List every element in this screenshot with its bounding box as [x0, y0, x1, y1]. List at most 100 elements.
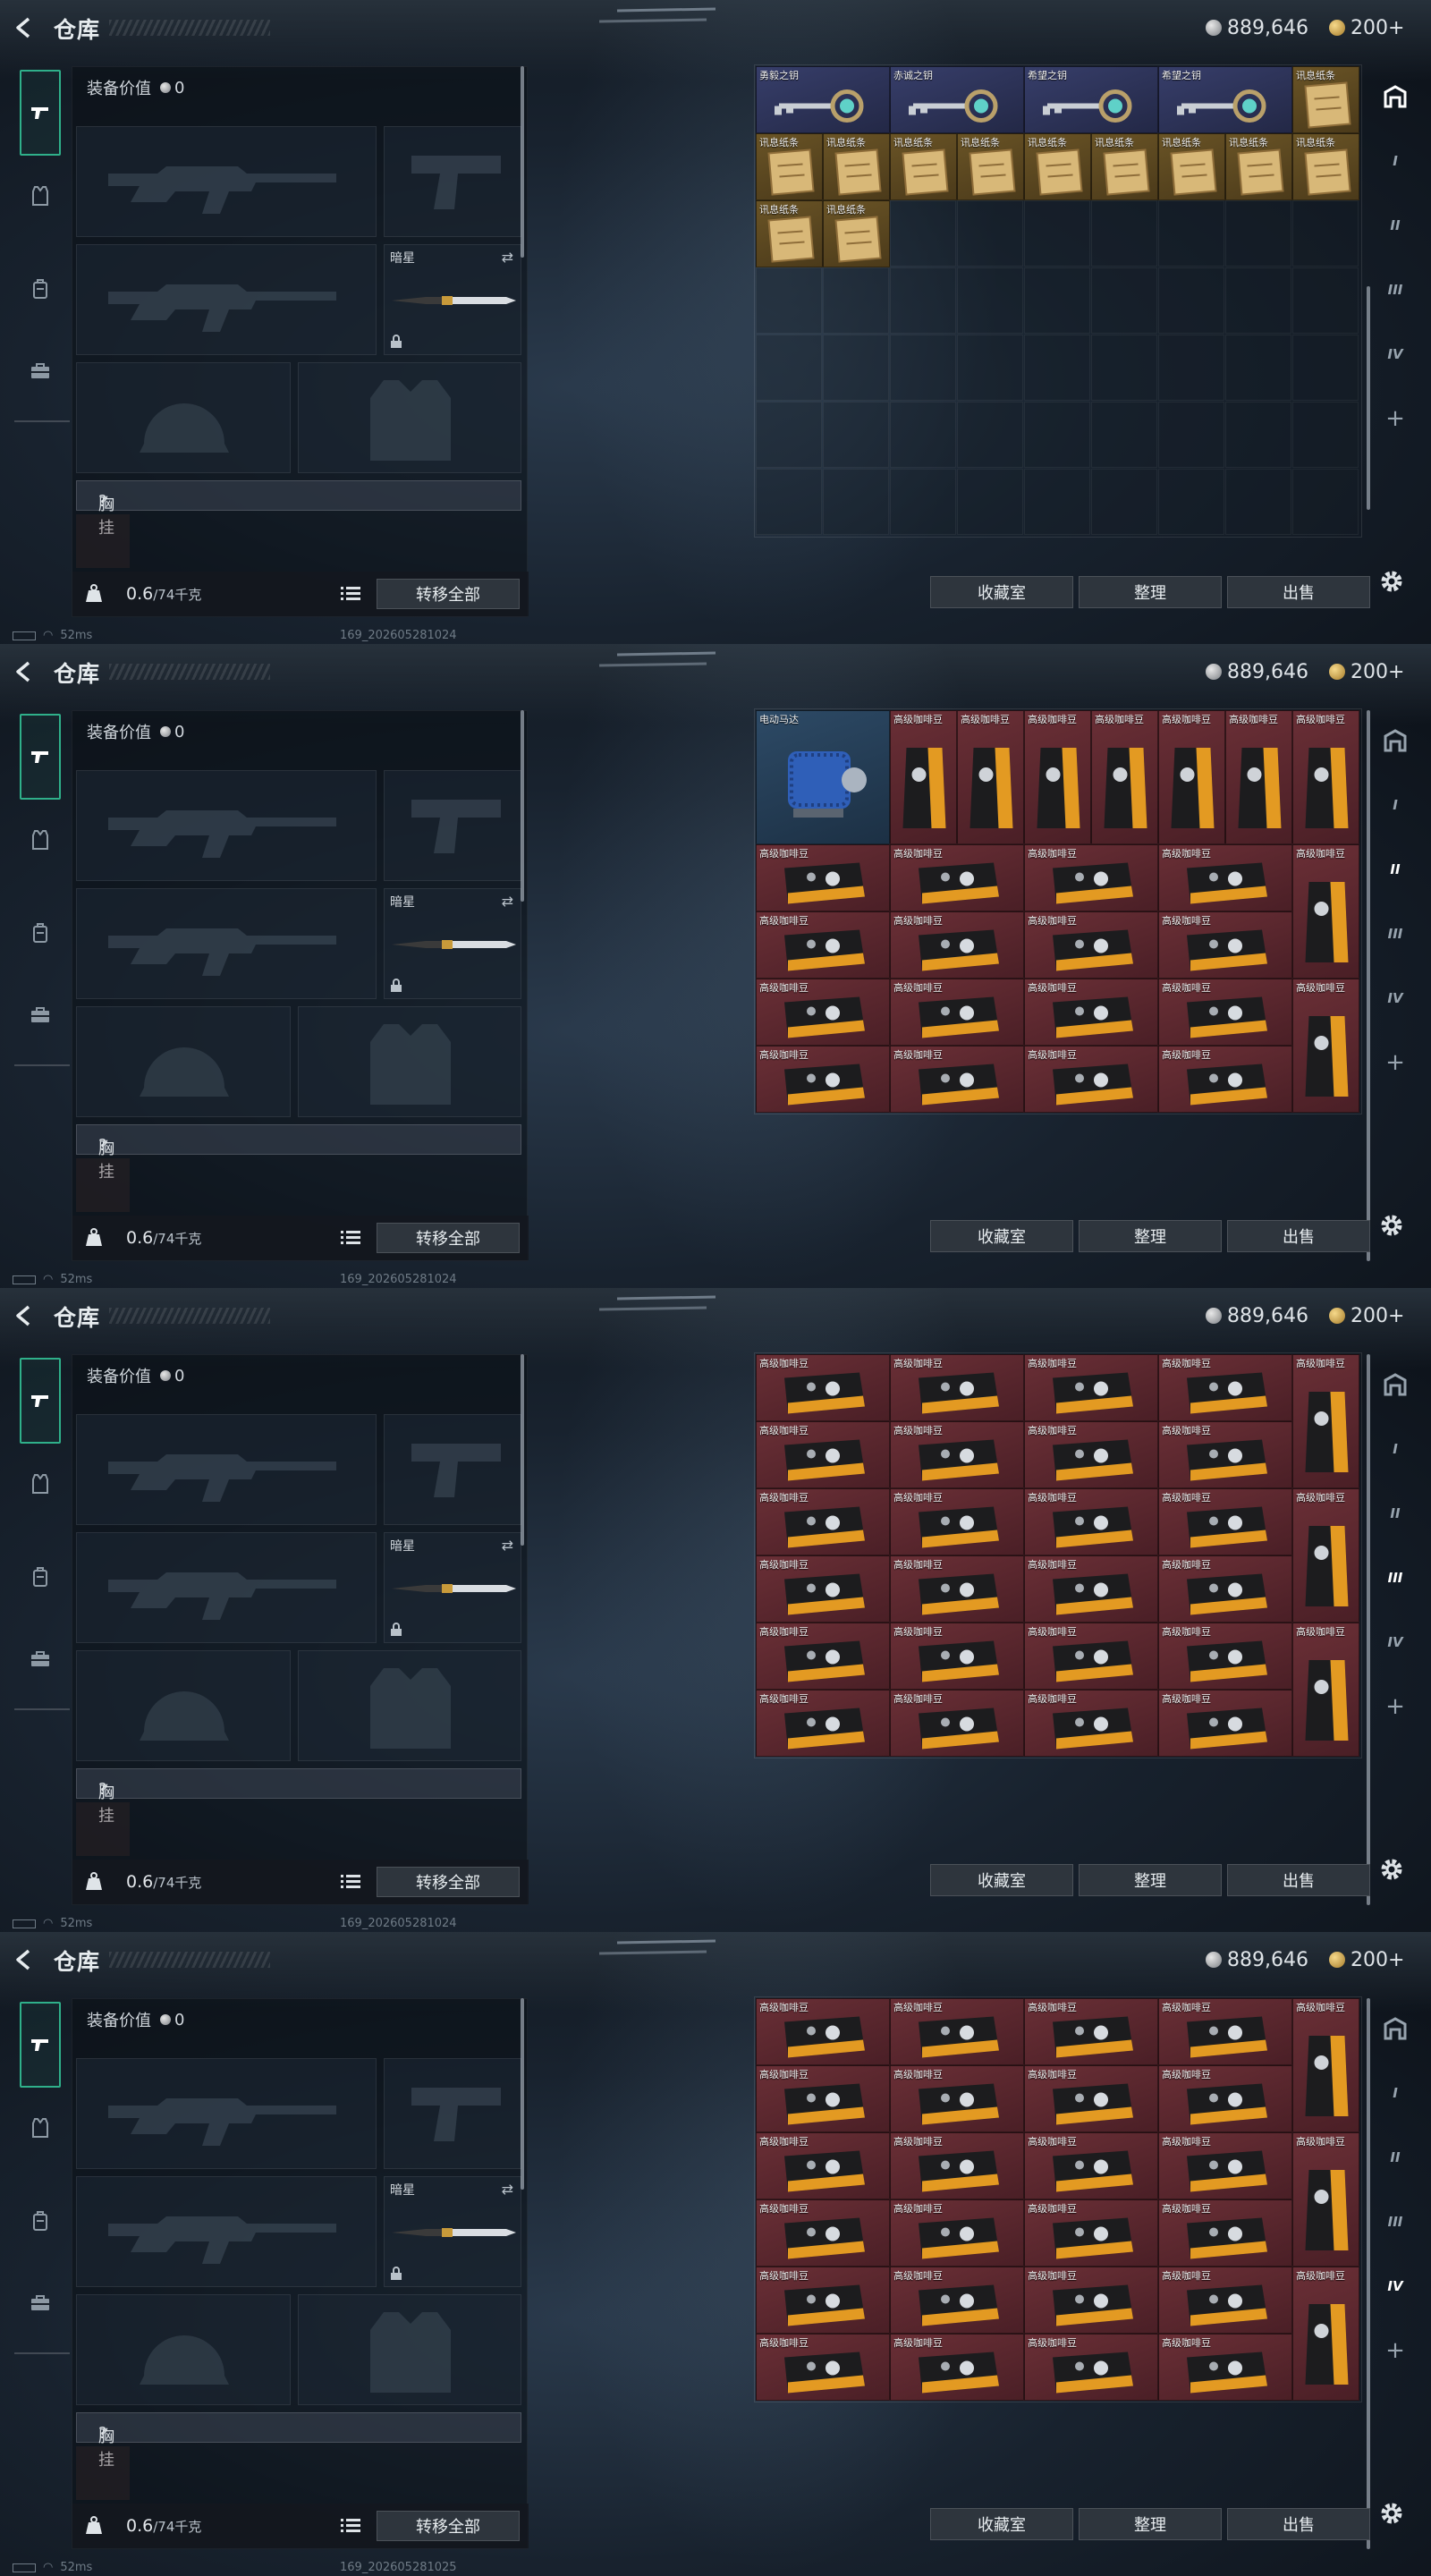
- inventory-item[interactable]: 高级咖啡豆: [1158, 1421, 1292, 1488]
- inventory-item[interactable]: 高级咖啡豆: [756, 1998, 890, 2065]
- list-icon[interactable]: [341, 586, 360, 602]
- inventory-item[interactable]: 高级咖啡豆: [890, 911, 1024, 979]
- grid-cell[interactable]: [1158, 469, 1224, 535]
- tab-armor[interactable]: [20, 175, 61, 216]
- swap-icon[interactable]: ⇄: [502, 1537, 513, 1554]
- tab-stash-home[interactable]: [1370, 72, 1420, 122]
- equipment-scrollbar[interactable]: [521, 1354, 524, 1546]
- grid-cell[interactable]: [1225, 469, 1291, 535]
- grid-cell[interactable]: [1292, 469, 1359, 535]
- pistol-slot[interactable]: [384, 126, 521, 237]
- inventory-item[interactable]: 高级咖啡豆: [1158, 1690, 1292, 1757]
- inventory-item[interactable]: 希望之钥: [1158, 66, 1292, 133]
- inventory-item[interactable]: 高级咖啡豆: [756, 1623, 890, 1690]
- grid-cell[interactable]: [823, 402, 889, 468]
- inventory-item[interactable]: 高级咖啡豆: [890, 1046, 1024, 1113]
- grid-cell[interactable]: [823, 469, 889, 535]
- tab-weapons[interactable]: [20, 2002, 61, 2088]
- melee-slot[interactable]: 暗星 ⇄: [384, 2176, 521, 2287]
- inventory-item[interactable]: 高级咖啡豆: [756, 1488, 890, 1555]
- inventory-item[interactable]: 高级咖啡豆: [1292, 844, 1359, 979]
- inventory-item[interactable]: 高级咖啡豆: [1024, 1690, 1158, 1757]
- primary-weapon-slot[interactable]: [76, 2058, 377, 2169]
- tab-stash-home[interactable]: [1370, 1360, 1420, 1410]
- inventory-item[interactable]: 高级咖啡豆: [756, 2334, 890, 2401]
- inventory-item[interactable]: 高级咖啡豆: [890, 2065, 1024, 2132]
- sort-button[interactable]: 整理: [1079, 1220, 1222, 1252]
- grid-cell[interactable]: [823, 335, 889, 401]
- grid-cell[interactable]: [1292, 267, 1359, 334]
- inventory-item[interactable]: 高级咖啡豆: [1091, 710, 1158, 844]
- inventory-item[interactable]: 高级咖啡豆: [890, 2199, 1024, 2267]
- list-icon[interactable]: [341, 2518, 360, 2534]
- swap-icon[interactable]: ⇄: [502, 893, 513, 910]
- inventory-item[interactable]: 高级咖啡豆: [1024, 1998, 1158, 2065]
- add-page-button[interactable]: +: [1370, 1038, 1420, 1088]
- tab-stash-page[interactable]: III: [1370, 1553, 1420, 1603]
- add-page-button[interactable]: +: [1370, 394, 1420, 444]
- list-icon[interactable]: [341, 1230, 360, 1246]
- inventory-item[interactable]: 高级咖啡豆: [756, 979, 890, 1046]
- equipment-scrollbar[interactable]: [521, 66, 524, 258]
- grid-cell[interactable]: [1292, 200, 1359, 267]
- equipment-scrollbar[interactable]: [521, 710, 524, 902]
- inventory-item[interactable]: 高级咖啡豆: [890, 1421, 1024, 1488]
- grid-cell[interactable]: [1225, 335, 1291, 401]
- secondary-weapon-slot[interactable]: [76, 888, 377, 999]
- helmet-slot[interactable]: [76, 1650, 291, 1761]
- inventory-item[interactable]: 高级咖啡豆: [1292, 2132, 1359, 2267]
- tab-backpack[interactable]: [20, 912, 61, 953]
- inventory-item[interactable]: 电动马达: [756, 710, 890, 844]
- tab-weapons[interactable]: [20, 70, 61, 156]
- inventory-item[interactable]: 高级咖啡豆: [1024, 1046, 1158, 1113]
- collection-room-button[interactable]: 收藏室: [930, 2508, 1073, 2540]
- chest-rig-row[interactable]: 胸挂 ?: [76, 1768, 521, 1826]
- back-arrow-icon[interactable]: [13, 1304, 36, 1327]
- inventory-item[interactable]: 高级咖啡豆: [1225, 710, 1292, 844]
- inventory-item[interactable]: 高级咖啡豆: [1158, 979, 1292, 1046]
- list-icon[interactable]: [341, 1874, 360, 1890]
- grid-cell[interactable]: [1292, 335, 1359, 401]
- inventory-item[interactable]: 高级咖啡豆: [1024, 710, 1091, 844]
- grid-cell[interactable]: [890, 267, 956, 334]
- inventory-item[interactable]: 高级咖啡豆: [1158, 1046, 1292, 1113]
- inventory-item[interactable]: 高级咖啡豆: [1158, 1488, 1292, 1555]
- tab-armor[interactable]: [20, 819, 61, 860]
- grid-cell[interactable]: [823, 267, 889, 334]
- tab-backpack[interactable]: [20, 2200, 61, 2241]
- tab-stash-page[interactable]: III: [1370, 265, 1420, 315]
- inventory-item[interactable]: 高级咖啡豆: [890, 1354, 1024, 1421]
- secondary-weapon-slot[interactable]: [76, 1532, 377, 1643]
- body-armor-slot[interactable]: [298, 1006, 521, 1117]
- melee-slot[interactable]: 暗星 ⇄: [384, 888, 521, 999]
- silver-currency[interactable]: 889,646: [1206, 1302, 1308, 1329]
- sell-button[interactable]: 出售: [1227, 576, 1370, 608]
- inventory-item[interactable]: 高级咖啡豆: [1024, 979, 1158, 1046]
- tab-stash-home[interactable]: [1370, 2004, 1420, 2054]
- inventory-item[interactable]: 讯息纸条: [823, 200, 890, 267]
- helmet-slot[interactable]: [76, 362, 291, 473]
- gold-currency[interactable]: 200+: [1329, 14, 1404, 41]
- gold-currency[interactable]: 200+: [1329, 658, 1404, 685]
- inventory-item[interactable]: 高级咖啡豆: [1158, 911, 1292, 979]
- gear-icon[interactable]: [1377, 567, 1406, 596]
- inventory-item[interactable]: 高级咖啡豆: [756, 1555, 890, 1623]
- gold-currency[interactable]: 200+: [1329, 1946, 1404, 1973]
- body-armor-slot[interactable]: [298, 1650, 521, 1761]
- inventory-item[interactable]: 高级咖啡豆: [1158, 1623, 1292, 1690]
- pistol-slot[interactable]: [384, 2058, 521, 2169]
- collection-room-button[interactable]: 收藏室: [930, 1220, 1073, 1252]
- inventory-item[interactable]: 高级咖啡豆: [1292, 979, 1359, 1113]
- tab-stash-page[interactable]: I: [1370, 1424, 1420, 1474]
- tab-stash-home[interactable]: [1370, 716, 1420, 766]
- grid-cell[interactable]: [1091, 402, 1157, 468]
- inventory-item[interactable]: 讯息纸条: [1091, 133, 1158, 200]
- chest-rig-slot[interactable]: [76, 1802, 130, 1856]
- grid-cell[interactable]: [890, 469, 956, 535]
- inventory-item[interactable]: 高级咖啡豆: [1292, 1623, 1359, 1757]
- grid-cell[interactable]: [1292, 402, 1359, 468]
- silver-currency[interactable]: 889,646: [1206, 1946, 1308, 1973]
- inventory-item[interactable]: 高级咖啡豆: [890, 979, 1024, 1046]
- inventory-item[interactable]: 高级咖啡豆: [890, 1998, 1024, 2065]
- equipment-scrollbar[interactable]: [521, 1998, 524, 2190]
